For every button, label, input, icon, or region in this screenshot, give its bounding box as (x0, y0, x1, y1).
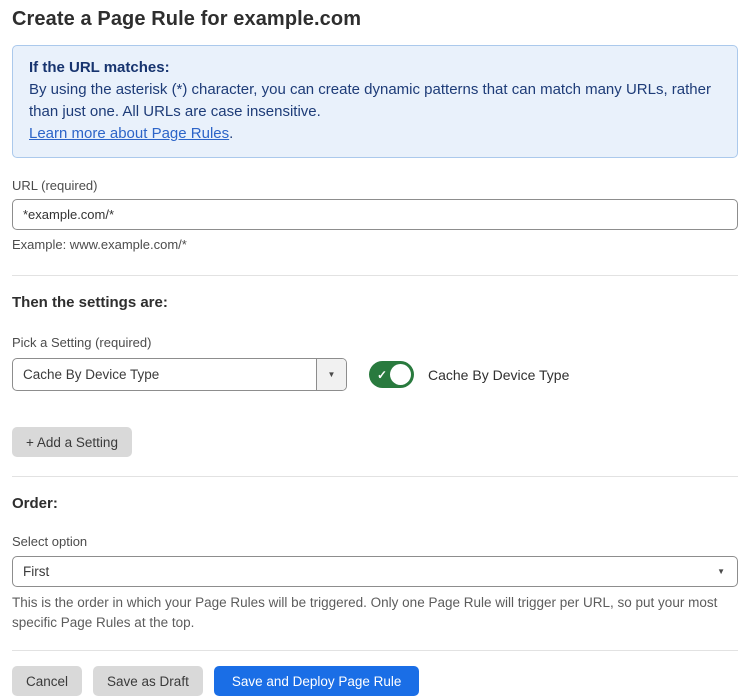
cancel-button[interactable]: Cancel (12, 666, 82, 696)
setting-select-arrow-button[interactable]: ▼ (316, 359, 346, 390)
pick-setting-label: Pick a Setting (required) (12, 335, 738, 350)
order-select-label: Select option (12, 534, 738, 549)
url-example-helper: Example: www.example.com/* (12, 237, 738, 252)
order-section-heading: Order: (12, 495, 738, 512)
page-title: Create a Page Rule for example.com (12, 8, 738, 31)
order-select-value: First (23, 564, 49, 579)
url-field-label: URL (required) (12, 178, 738, 193)
url-input[interactable] (12, 199, 738, 230)
setting-select[interactable]: Cache By Device Type ▼ (12, 358, 347, 391)
divider (12, 275, 738, 276)
toggle-label: Cache By Device Type (428, 367, 569, 383)
order-helper-text: This is the order in which your Page Rul… (12, 593, 738, 633)
add-setting-button[interactable]: + Add a Setting (12, 427, 132, 457)
save-and-deploy-button[interactable]: Save and Deploy Page Rule (214, 666, 420, 696)
check-icon: ✓ (377, 368, 387, 382)
learn-more-link[interactable]: Learn more about Page Rules (29, 125, 229, 142)
info-box-heading: If the URL matches: (29, 57, 721, 79)
setting-row: Cache By Device Type ▼ ✓ Cache By Device… (12, 358, 738, 391)
chevron-down-icon: ▼ (717, 567, 725, 576)
info-box-link-line: Learn more about Page Rules. (29, 123, 721, 145)
chevron-down-icon: ▼ (328, 370, 336, 379)
cache-by-device-toggle[interactable]: ✓ (369, 361, 414, 388)
url-match-info-box: If the URL matches: By using the asteris… (12, 45, 738, 158)
divider (12, 650, 738, 651)
order-select[interactable]: First ▼ (12, 556, 738, 587)
setting-select-value: Cache By Device Type (13, 359, 316, 390)
save-as-draft-button[interactable]: Save as Draft (93, 666, 203, 696)
info-box-body: By using the asterisk (*) character, you… (29, 79, 721, 123)
divider (12, 476, 738, 477)
footer-actions: Cancel Save as Draft Save and Deploy Pag… (12, 666, 738, 696)
link-period: . (229, 125, 233, 142)
settings-section-heading: Then the settings are: (12, 294, 738, 311)
toggle-knob (390, 364, 411, 385)
